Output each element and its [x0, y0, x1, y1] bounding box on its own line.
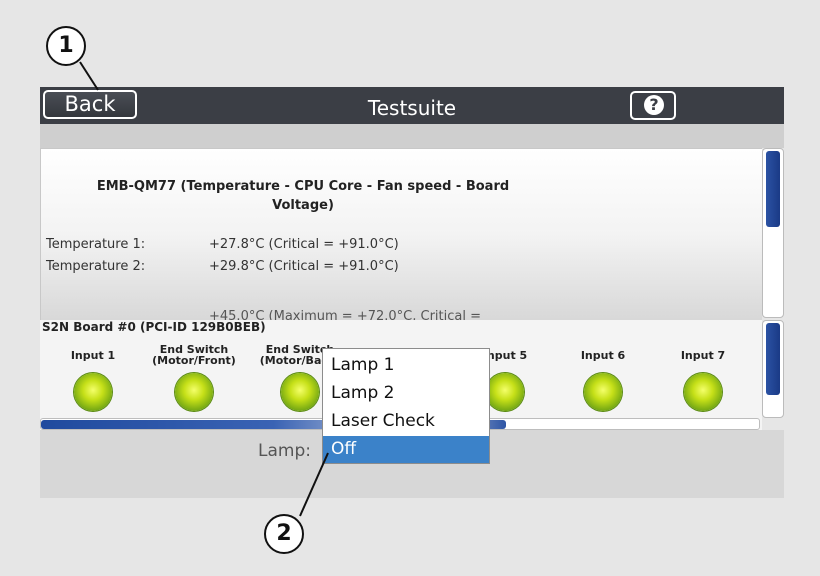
title-bar: Back Testsuite ? — [40, 87, 784, 124]
status-led-icon — [74, 373, 112, 411]
sensor-label: Temperature 2: — [46, 259, 146, 274]
input-label: Input 6 — [580, 348, 626, 362]
screen: Back Testsuite ? EMB-QM77 (Temperature -… — [0, 0, 820, 576]
input-label: Input 1 — [70, 348, 116, 362]
lamp-option-laser-check[interactable]: Laser Check — [323, 408, 489, 435]
board-panel-scrollbar[interactable] — [762, 320, 784, 418]
input-indicator: Input 7 — [658, 343, 748, 411]
sensor-output-panel: EMB-QM77 (Temperature - CPU Core - Fan s… — [40, 148, 762, 320]
toolbar-spacer — [40, 124, 784, 148]
status-led-icon — [684, 373, 722, 411]
board-title: S2N Board #0 (PCI-ID 129B0BEB) — [42, 320, 266, 334]
input-indicator: Input 6 — [558, 343, 648, 411]
sensor-value: +27.8°C (Critical = +91.0°C) — [209, 237, 399, 252]
status-led-icon — [486, 373, 524, 411]
status-led-icon — [281, 373, 319, 411]
lamp-option-off[interactable]: Off — [323, 436, 489, 463]
sensor-partial-line: +45.0°C (Maximum = +72.0°C, Critical = — [209, 309, 482, 320]
sensor-value: +29.8°C (Critical = +91.0°C) — [209, 259, 399, 274]
lamp-option-lamp-1[interactable]: Lamp 1 — [323, 352, 489, 379]
board-panel-scroll-thumb[interactable] — [766, 323, 780, 395]
lamp-label: Lamp: — [258, 441, 311, 461]
sensor-panel-scroll-thumb[interactable] — [766, 151, 780, 227]
callout-marker: 1 — [46, 26, 86, 66]
status-led-icon — [175, 373, 213, 411]
lamp-option-lamp-2[interactable]: Lamp 2 — [323, 380, 489, 407]
callout-1-leader — [79, 61, 99, 91]
sensor-row: Temperature 1: +27.8°C (Critical = +91.0°… — [46, 237, 399, 252]
sensor-panel-scrollbar[interactable] — [762, 148, 784, 318]
input-indicator: End Switch (Motor/Front) — [149, 343, 239, 411]
help-button[interactable]: ? — [630, 91, 676, 120]
sensor-panel-heading: EMB-QM77 (Temperature - CPU Core - Fan s… — [96, 179, 510, 213]
lamp-dropdown-list[interactable]: Lamp 1 Lamp 2 Laser Check Off — [322, 348, 490, 464]
help-icon: ? — [644, 95, 664, 115]
sensor-row: Temperature 2: +29.8°C (Critical = +91.0°… — [46, 259, 399, 274]
callout-marker: 2 — [264, 514, 304, 554]
input-indicator: Input 1 — [48, 343, 138, 411]
status-led-icon — [584, 373, 622, 411]
input-label: End Switch (Motor/Front) — [152, 343, 236, 367]
sensor-label: Temperature 1: — [46, 237, 146, 252]
input-label: Input 7 — [680, 348, 726, 362]
